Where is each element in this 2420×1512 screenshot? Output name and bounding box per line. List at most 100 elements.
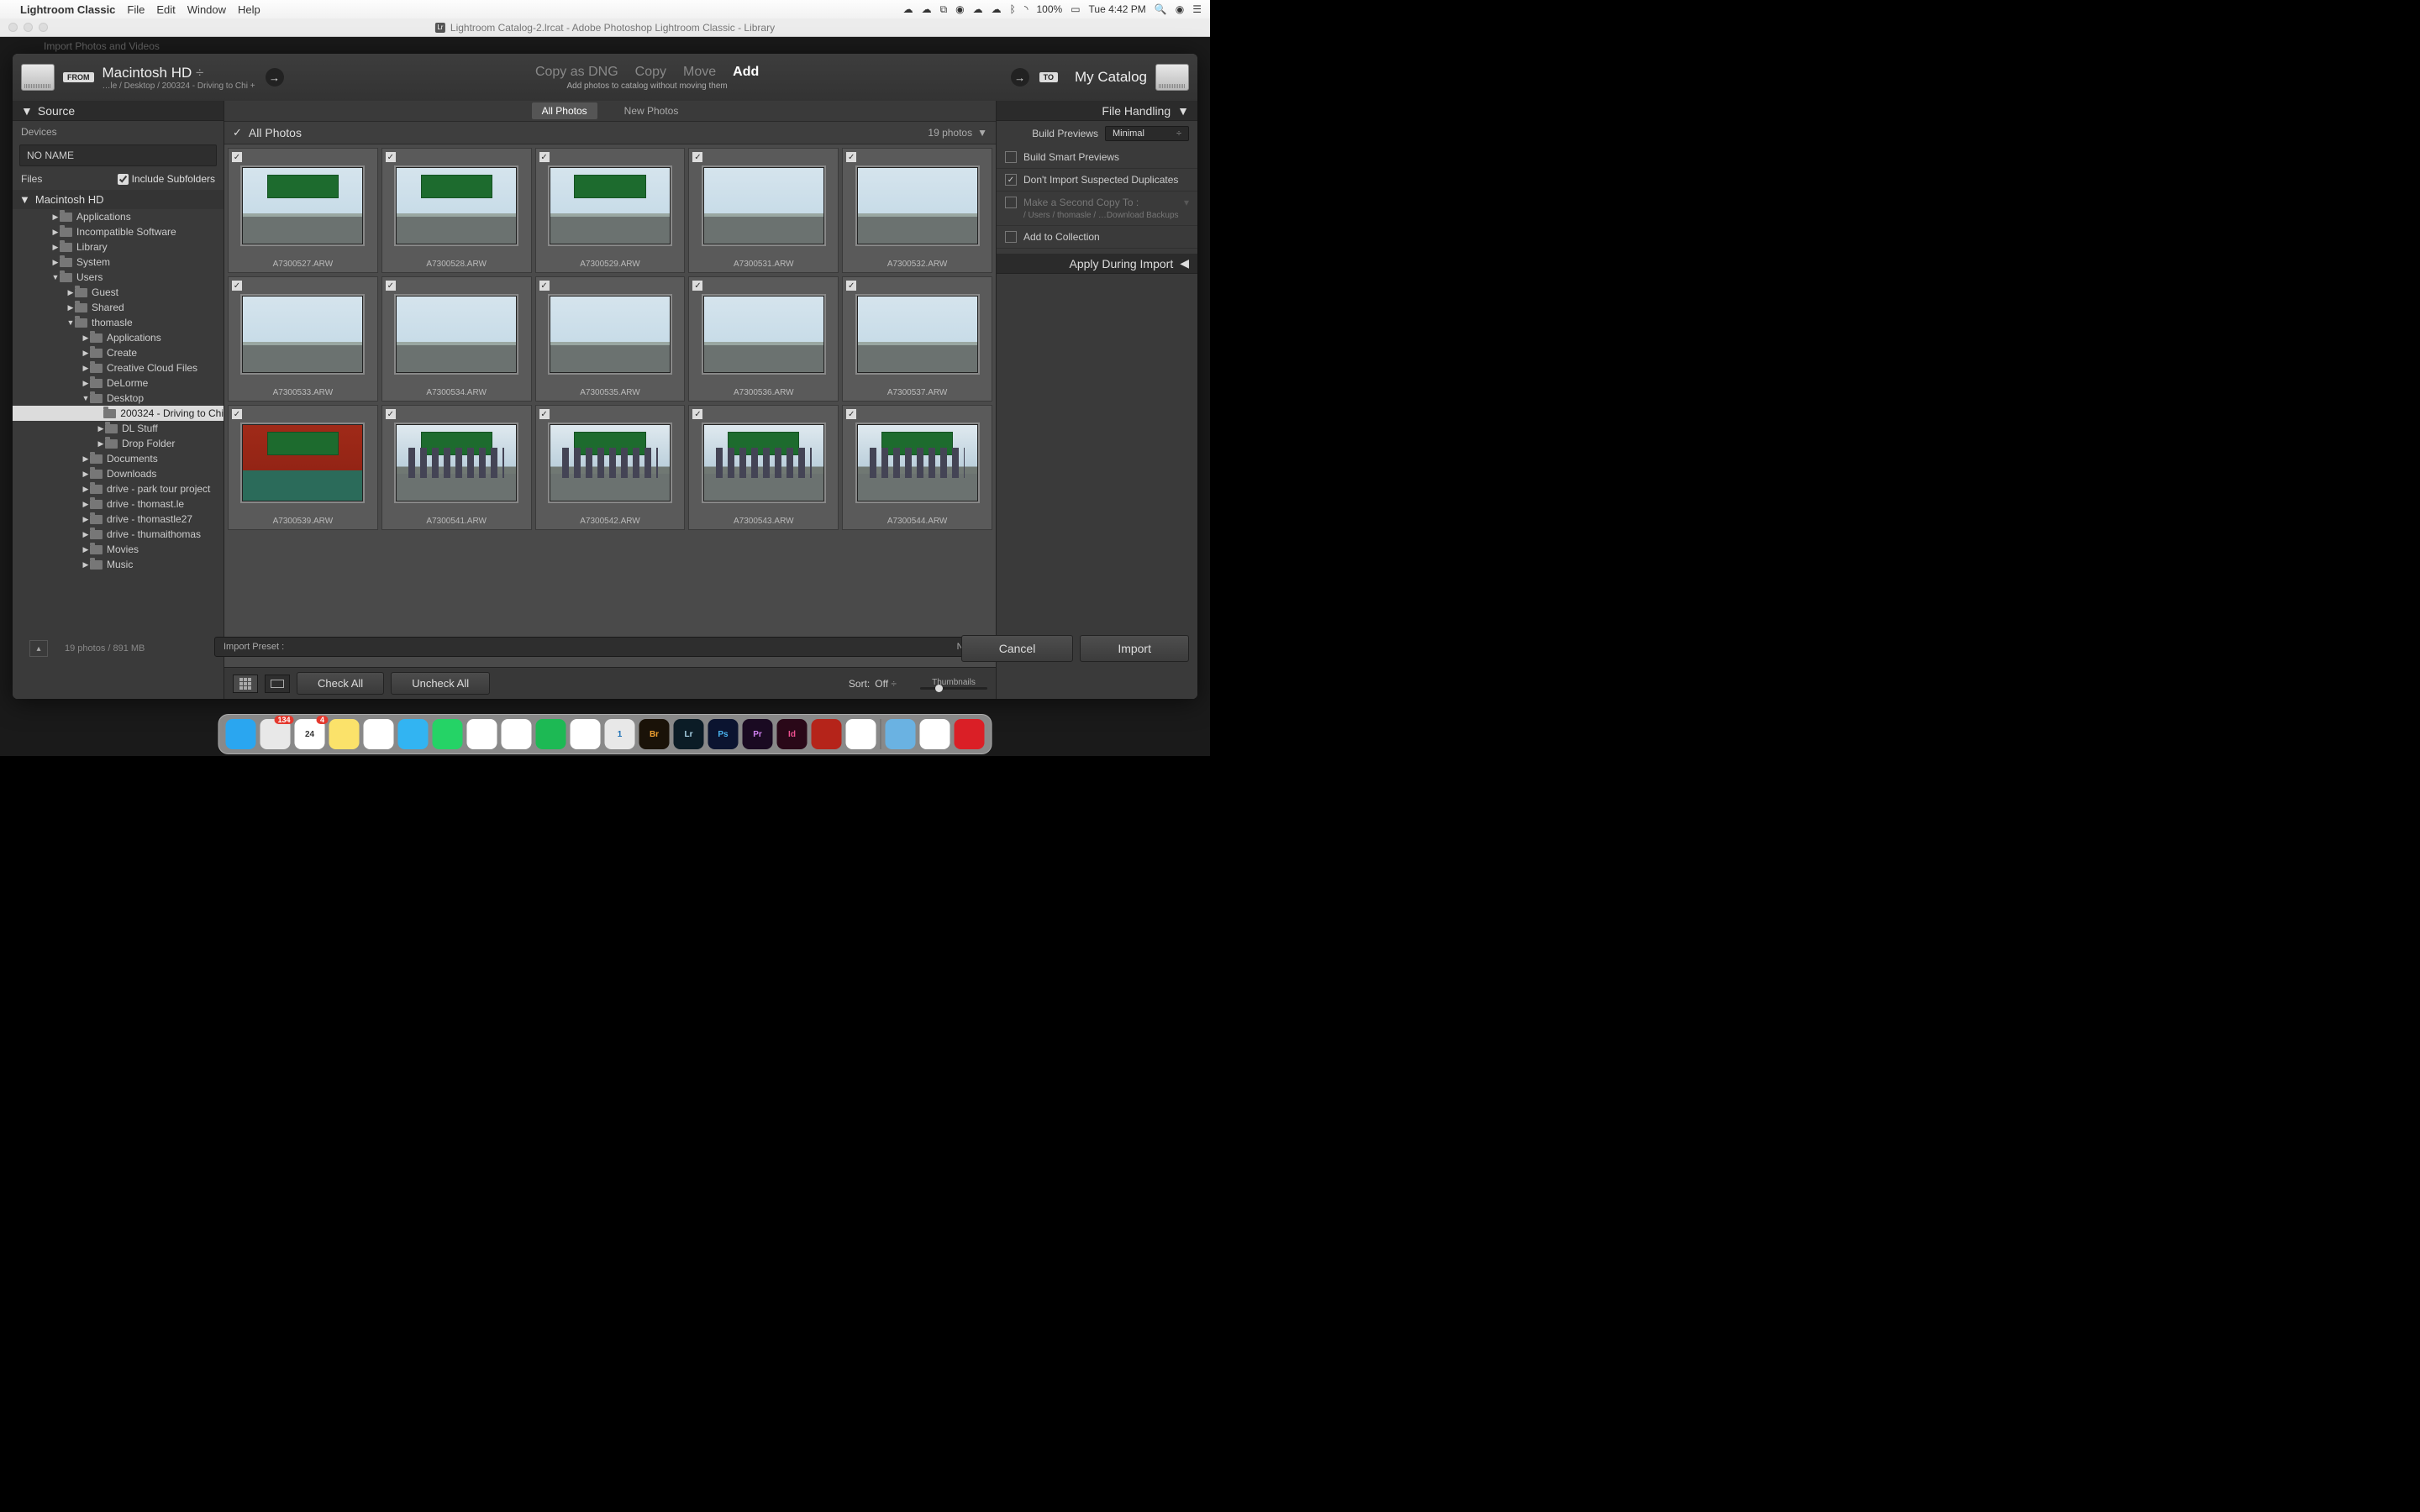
photo-cell[interactable]: ✓A7300543.ARW (688, 405, 839, 530)
dock-finder[interactable] (226, 719, 256, 749)
folder-users[interactable]: ▼Users (13, 270, 224, 285)
folder-200324-driving-to-chi[interactable]: 200324 - Driving to Chi (13, 406, 224, 421)
folder-drive-thomastle27[interactable]: ▶drive - thomastle27 (13, 512, 224, 527)
collapse-button[interactable]: ▴ (29, 640, 48, 657)
photo-thumbnail[interactable] (396, 167, 517, 244)
loupe-view-button[interactable] (265, 675, 290, 693)
photo-thumbnail[interactable] (396, 424, 517, 501)
window-close-icon[interactable] (8, 23, 18, 32)
photo-checkbox[interactable]: ✓ (386, 409, 396, 419)
select-all-checkbox[interactable]: ✓ (233, 126, 242, 139)
cloud1-icon[interactable]: ☁ (903, 3, 913, 15)
dock-whatsapp[interactable] (433, 719, 463, 749)
folder-create[interactable]: ▶Create (13, 345, 224, 360)
photo-checkbox[interactable]: ✓ (846, 152, 856, 162)
dock-cc[interactable] (955, 719, 985, 749)
dock-1password[interactable]: 1 (605, 719, 635, 749)
dock-indesign[interactable]: Id (777, 719, 808, 749)
photo-cell[interactable]: ✓A7300534.ARW (381, 276, 532, 402)
window-zoom-icon[interactable] (39, 23, 48, 32)
mode-copy-dng[interactable]: Copy as DNG (535, 65, 618, 80)
folder-library[interactable]: ▶Library (13, 239, 224, 255)
dock-spotify[interactable] (536, 719, 566, 749)
window-minimize-icon[interactable] (24, 23, 33, 32)
file-handling-header[interactable]: File Handling▼ (997, 101, 1197, 121)
photo-thumbnail[interactable] (550, 424, 671, 501)
dock-slack[interactable] (846, 719, 876, 749)
photo-checkbox[interactable]: ✓ (846, 281, 856, 291)
photo-thumbnail[interactable] (857, 424, 978, 501)
dock-preview[interactable]: 134 (260, 719, 291, 749)
photo-checkbox[interactable]: ✓ (232, 281, 242, 291)
battery-icon[interactable]: ▭ (1071, 3, 1080, 15)
menu-file[interactable]: File (127, 3, 145, 16)
photo-cell[interactable]: ✓A7300544.ARW (842, 405, 992, 530)
photo-checkbox[interactable]: ✓ (692, 409, 702, 419)
dock-chrome[interactable] (571, 719, 601, 749)
folder-guest[interactable]: ▶Guest (13, 285, 224, 300)
folder-system[interactable]: ▶System (13, 255, 224, 270)
chevron-down-icon[interactable]: ▼ (977, 127, 987, 139)
tab-all-photos[interactable]: All Photos (532, 102, 597, 119)
mode-move[interactable]: Move (683, 65, 716, 80)
dock-music[interactable] (920, 719, 950, 749)
notification-center-icon[interactable]: ☰ (1192, 3, 1202, 15)
source-selector[interactable]: Macintosh HD ÷ …le / Desktop / 200324 - … (103, 65, 255, 91)
photo-checkbox[interactable]: ✓ (692, 152, 702, 162)
add-to-collection-checkbox[interactable]: Add to Collection (997, 226, 1197, 249)
photo-checkbox[interactable]: ✓ (386, 152, 396, 162)
bluetooth-icon[interactable]: ᛒ (1010, 3, 1016, 15)
uncheck-all-button[interactable]: Uncheck All (391, 672, 490, 695)
photo-thumbnail[interactable] (242, 296, 363, 373)
photo-thumbnail[interactable] (703, 424, 824, 501)
photo-thumbnail[interactable] (396, 296, 517, 373)
folder-drive-thomast-le[interactable]: ▶drive - thomast.le (13, 496, 224, 512)
photo-thumbnail[interactable] (550, 167, 671, 244)
photo-cell[interactable]: ✓A7300539.ARW (228, 405, 378, 530)
disk-header[interactable]: ▼Macintosh HD (13, 190, 224, 209)
cancel-button[interactable]: Cancel (961, 635, 1074, 662)
photo-checkbox[interactable]: ✓ (539, 409, 550, 419)
photo-thumbnail[interactable] (857, 296, 978, 373)
dock-acrobat[interactable] (812, 719, 842, 749)
photo-thumbnail[interactable] (857, 167, 978, 244)
dock-photoshop[interactable]: Ps (708, 719, 739, 749)
dock-folder[interactable] (886, 719, 916, 749)
build-smart-previews-checkbox[interactable]: Build Smart Previews (997, 146, 1197, 169)
photo-checkbox[interactable]: ✓ (232, 409, 242, 419)
dock-bridge[interactable]: Br (639, 719, 670, 749)
menu-help[interactable]: Help (238, 3, 260, 16)
folder-thomasle[interactable]: ▼thomasle (13, 315, 224, 330)
photo-cell[interactable]: ✓A7300531.ARW (688, 148, 839, 273)
no-duplicates-checkbox[interactable]: ✓Don't Import Suspected Duplicates (997, 169, 1197, 192)
cc-status-icon[interactable]: ◉ (955, 3, 964, 15)
photo-cell[interactable]: ✓A7300533.ARW (228, 276, 378, 402)
photo-checkbox[interactable]: ✓ (539, 281, 550, 291)
photo-cell[interactable]: ✓A7300541.ARW (381, 405, 532, 530)
photo-cell[interactable]: ✓A7300528.ARW (381, 148, 532, 273)
menu-window[interactable]: Window (187, 3, 226, 16)
folder-drive-thumaithomas[interactable]: ▶drive - thumaithomas (13, 527, 224, 542)
app-name[interactable]: Lightroom Classic (20, 3, 115, 16)
import-button[interactable]: Import (1080, 635, 1189, 662)
photo-cell[interactable]: ✓A7300529.ARW (535, 148, 686, 273)
menu-edit[interactable]: Edit (156, 3, 175, 16)
photo-cell[interactable]: ✓A7300532.ARW (842, 148, 992, 273)
photo-thumbnail[interactable] (703, 167, 824, 244)
photo-thumbnail[interactable] (550, 296, 671, 373)
menubar-clock[interactable]: Tue 4:42 PM (1089, 3, 1146, 15)
dock-notes[interactable] (329, 719, 360, 749)
photo-checkbox[interactable]: ✓ (846, 409, 856, 419)
folder-creative-cloud-files[interactable]: ▶Creative Cloud Files (13, 360, 224, 375)
mode-add[interactable]: Add (733, 65, 759, 80)
folder-drive-park-tour-project[interactable]: ▶drive - park tour project (13, 481, 224, 496)
dock-messages[interactable] (398, 719, 429, 749)
second-copy-checkbox[interactable]: Make a Second Copy To :▾ (1005, 197, 1189, 208)
cloud4-icon[interactable]: ☁ (992, 3, 1002, 15)
tab-new-photos[interactable]: New Photos (614, 102, 689, 119)
dock-premiere[interactable]: Pr (743, 719, 773, 749)
source-panel-header[interactable]: ▼Source (13, 101, 224, 121)
photo-cell[interactable]: ✓A7300542.ARW (535, 405, 686, 530)
mode-copy[interactable]: Copy (635, 65, 666, 80)
folder-applications[interactable]: ▶Applications (13, 330, 224, 345)
